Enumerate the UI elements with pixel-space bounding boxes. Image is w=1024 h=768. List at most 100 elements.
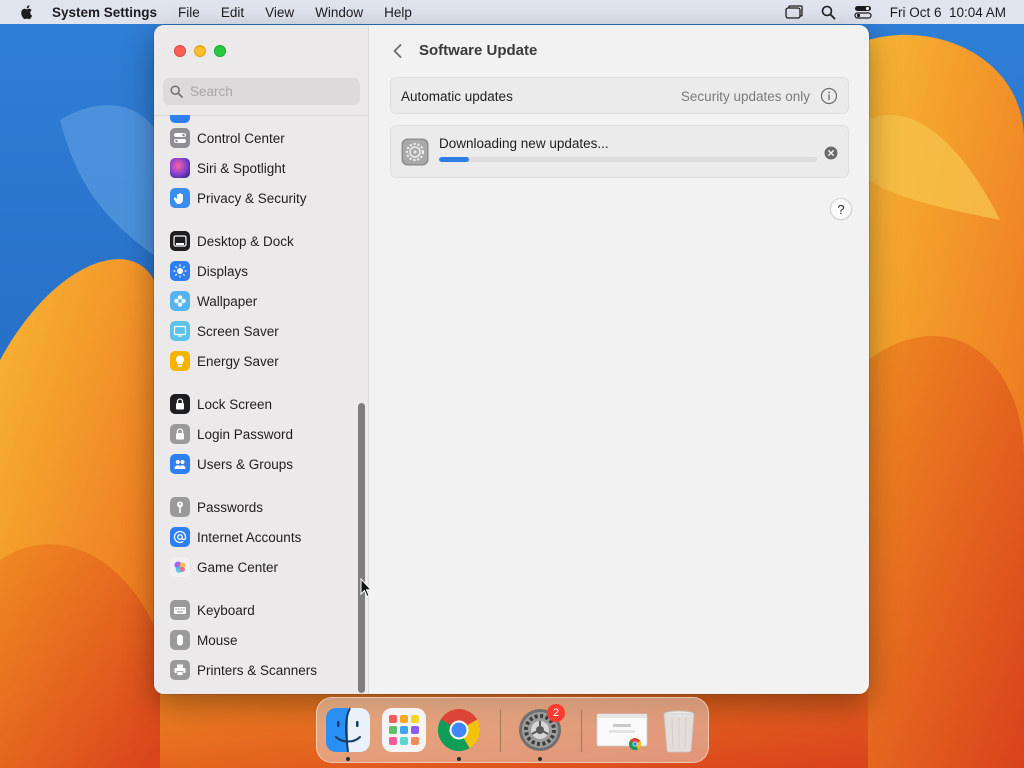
sidebar-item-label: Users & Groups	[197, 456, 294, 472]
minimize-window-button[interactable]	[194, 45, 206, 57]
siri-icon	[170, 158, 190, 178]
printer-icon	[170, 660, 190, 680]
info-icon[interactable]	[820, 87, 838, 105]
sidebar-item-lock-screen[interactable]: Lock Screen	[170, 392, 350, 416]
download-update-row: Downloading new updates...	[390, 125, 849, 178]
cancel-download-button[interactable]	[824, 146, 838, 160]
automatic-updates-value: Security updates only	[680, 89, 810, 104]
search-icon	[170, 85, 183, 98]
menu-file[interactable]: File	[178, 5, 200, 20]
sidebar-item-label: Passwords	[197, 499, 264, 515]
sidebar-search[interactable]	[163, 78, 360, 105]
sidebar-item-siri-spotlight[interactable]: Siri & Spotlight	[170, 156, 350, 180]
sidebar-item-printers-scanners[interactable]: Printers & Scanners	[170, 658, 350, 682]
menu-help[interactable]: Help	[384, 5, 412, 20]
menu-app-name[interactable]: System Settings	[52, 5, 157, 20]
finder-icon[interactable]	[324, 706, 372, 754]
sun-icon	[170, 261, 190, 281]
menu-edit[interactable]: Edit	[221, 5, 244, 20]
key-icon	[170, 497, 190, 517]
control-center-toggle-icon[interactable]	[854, 5, 872, 19]
download-status-label: Downloading new updates...	[439, 136, 609, 151]
dock-separator	[500, 710, 501, 752]
window-controls	[174, 45, 226, 57]
search-input[interactable]	[190, 84, 340, 99]
sidebar-item-label: Internet Accounts	[197, 529, 302, 545]
mouse-icon	[170, 630, 190, 650]
sidebar-item-label: Control Center	[197, 130, 285, 146]
sidebar-item-label: Displays	[197, 263, 249, 279]
sidebar-list: Control Center Siri & Spotlight Privacy …	[154, 115, 359, 694]
sidebar-item-label: Siri & Spotlight	[197, 160, 286, 176]
chrome-running-indicator	[457, 757, 461, 761]
screen-saver-icon	[170, 321, 190, 341]
sidebar-item-label: Desktop & Dock	[197, 233, 294, 249]
desktop-dock-icon	[170, 231, 190, 251]
keyboard-icon	[170, 600, 190, 620]
automatic-updates-label: Automatic updates	[401, 89, 513, 104]
spotlight-search-icon[interactable]	[821, 5, 836, 20]
sidebar-item-label: Energy Saver	[197, 353, 279, 369]
wallpaper-icon	[170, 291, 190, 311]
sidebar-item-passwords[interactable]: Passwords	[170, 495, 350, 519]
notification-badge: 2	[547, 704, 565, 722]
maximize-window-button[interactable]	[214, 45, 226, 57]
sidebar-item-wallpaper[interactable]: Wallpaper	[170, 289, 350, 313]
game-center-icon	[170, 557, 190, 577]
back-button[interactable]	[390, 42, 406, 60]
sidebar-item-label: Privacy & Security	[197, 190, 307, 206]
system-settings-running-indicator	[538, 757, 542, 761]
sidebar-item-energy-saver[interactable]: Energy Saver	[170, 349, 350, 373]
users-icon	[170, 454, 190, 474]
sidebar-item-displays[interactable]: Displays	[170, 259, 350, 283]
dock: 2	[316, 697, 709, 763]
sidebar-item-privacy-security[interactable]: Privacy & Security	[170, 186, 350, 210]
finder-running-indicator	[346, 757, 350, 761]
sidebar-item-control-center[interactable]: Control Center	[170, 126, 350, 150]
dock-separator	[581, 710, 582, 752]
system-settings-window: Control Center Siri & Spotlight Privacy …	[154, 25, 869, 694]
trash-icon[interactable]	[655, 706, 703, 754]
main-content: Software Update Automatic updates Securi…	[370, 25, 869, 694]
launchpad-icon[interactable]	[380, 706, 428, 754]
sidebar-item-internet-accounts[interactable]: Internet Accounts	[170, 525, 350, 549]
sidebar-item-desktop-dock[interactable]: Desktop & Dock	[170, 229, 350, 253]
sidebar-item-keyboard[interactable]: Keyboard	[170, 598, 350, 622]
sidebar-scrollbar[interactable]	[358, 403, 365, 693]
sidebar-item-label: Lock Screen	[197, 396, 273, 412]
sidebar-item-label: Wallpaper	[197, 293, 258, 309]
control-center-icon	[170, 128, 190, 148]
at-sign-icon	[170, 527, 190, 547]
lightbulb-icon	[170, 351, 190, 371]
help-button[interactable]: ?	[830, 198, 852, 220]
lock-gray-icon	[170, 424, 190, 444]
hand-icon	[170, 188, 190, 208]
close-window-button[interactable]	[174, 45, 186, 57]
download-progress-bar	[439, 157, 817, 162]
sidebar: Control Center Siri & Spotlight Privacy …	[154, 25, 369, 694]
mouse-pointer-icon	[360, 578, 372, 598]
menu-window[interactable]: Window	[315, 5, 363, 20]
sidebar-item-users-groups[interactable]: Users & Groups	[170, 452, 350, 476]
chrome-icon[interactable]	[435, 706, 483, 754]
menubar-clock[interactable]: Fri Oct 6 10:04 AM	[890, 5, 1006, 20]
download-progress-fill	[439, 157, 470, 162]
sidebar-item-label: Game Center	[197, 559, 279, 575]
sidebar-item-label: Mouse	[197, 632, 238, 648]
sidebar-item-game-center[interactable]: Game Center	[170, 555, 350, 579]
chrome-window-thumbnail[interactable]	[595, 706, 649, 754]
system-settings-dock-item[interactable]: 2	[516, 704, 565, 754]
menu-view[interactable]: View	[265, 5, 294, 20]
sidebar-item-mouse[interactable]: Mouse	[170, 628, 350, 652]
sidebar-item-partial-icon	[170, 115, 190, 123]
sidebar-item-screen-saver[interactable]: Screen Saver	[170, 319, 350, 343]
sidebar-item-login-password[interactable]: Login Password	[170, 422, 350, 446]
automatic-updates-row: Automatic updates Security updates only	[390, 77, 849, 114]
sidebar-item-label: Screen Saver	[197, 323, 279, 339]
lock-icon	[170, 394, 190, 414]
window-switcher-icon[interactable]	[785, 5, 803, 19]
sidebar-item-label: Keyboard	[197, 602, 255, 618]
software-update-gear-icon	[401, 138, 429, 166]
apple-logo-icon[interactable]	[18, 3, 36, 21]
menu-bar: System Settings File Edit View Window He…	[0, 0, 1024, 24]
